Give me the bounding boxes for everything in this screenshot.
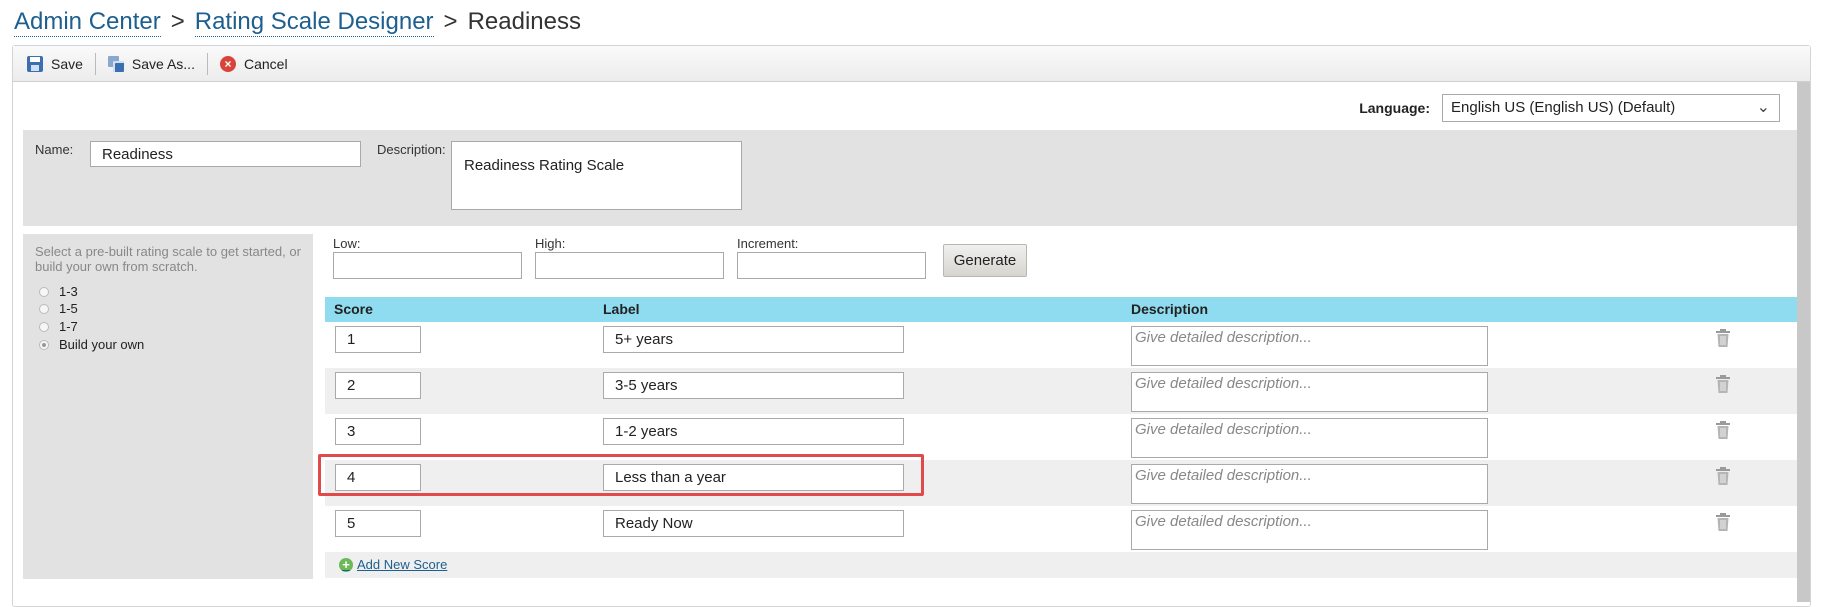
add-new-score-link[interactable]: + Add New Score bbox=[339, 557, 447, 572]
score-input[interactable]: 1 bbox=[335, 326, 421, 353]
radio-label: 1-3 bbox=[59, 284, 78, 299]
editor-frame: Save Save As... × Cancel Language: Engli… bbox=[12, 45, 1811, 607]
breadcrumb-separator: > bbox=[443, 8, 458, 35]
table-row: 2 3-5 years Give detailed description... bbox=[325, 368, 1797, 414]
label-input[interactable]: 5+ years bbox=[603, 326, 904, 353]
generate-button[interactable]: Generate bbox=[943, 244, 1027, 277]
breadcrumb: Admin Center > Rating Scale Designer > R… bbox=[14, 8, 581, 38]
radio-button-selected[interactable] bbox=[39, 339, 49, 350]
cancel-label: Cancel bbox=[243, 55, 288, 72]
toolbar: Save Save As... × Cancel bbox=[13, 46, 1810, 82]
score-input[interactable]: 3 bbox=[335, 418, 421, 445]
header-score: Score bbox=[334, 301, 373, 317]
description-label: Description: bbox=[377, 142, 446, 157]
save-icon bbox=[27, 55, 43, 72]
save-as-label: Save As... bbox=[131, 55, 195, 72]
radio-option-1-7[interactable]: 1-7 bbox=[39, 319, 78, 334]
save-as-icon bbox=[107, 55, 124, 72]
trash-icon[interactable] bbox=[1714, 420, 1732, 440]
trash-icon[interactable] bbox=[1714, 328, 1732, 348]
breadcrumb-current: Readiness bbox=[467, 8, 581, 35]
add-score-row: + Add New Score bbox=[325, 552, 1797, 578]
radio-label: 1-5 bbox=[59, 301, 78, 316]
description-input[interactable]: Give detailed description... bbox=[1131, 326, 1488, 366]
increment-label: Increment: bbox=[737, 236, 799, 251]
breadcrumb-rating-scale-designer-link[interactable]: Rating Scale Designer bbox=[194, 8, 434, 37]
name-label: Name: bbox=[35, 142, 74, 157]
name-description-panel: Name: Readiness Description: Readiness R… bbox=[23, 130, 1797, 226]
prebuilt-scale-panel: Select a pre-built rating scale to get s… bbox=[23, 234, 313, 579]
table-row: 1 5+ years Give detailed description... bbox=[325, 322, 1797, 368]
radio-label: Build your own bbox=[59, 337, 145, 352]
trash-icon[interactable] bbox=[1714, 374, 1732, 394]
header-description: Description bbox=[1131, 301, 1209, 317]
radio-button[interactable] bbox=[39, 321, 49, 332]
prebuilt-help-text: Select a pre-built rating scale to get s… bbox=[35, 244, 301, 274]
save-button[interactable]: Save bbox=[27, 55, 95, 72]
description-input[interactable]: Give detailed description... bbox=[1131, 510, 1488, 550]
breadcrumb-admin-center-link[interactable]: Admin Center bbox=[14, 8, 161, 37]
chevron-down-icon: ⌄ bbox=[1756, 99, 1770, 116]
save-as-button[interactable]: Save As... bbox=[107, 55, 207, 72]
language-selected-value: English US (English US) (Default) bbox=[1451, 99, 1676, 116]
description-input[interactable]: Give detailed description... bbox=[1131, 372, 1488, 412]
toolbar-divider bbox=[206, 52, 208, 75]
name-input[interactable]: Readiness bbox=[90, 141, 361, 167]
add-new-score-label: Add New Score bbox=[357, 557, 448, 572]
trash-icon[interactable] bbox=[1714, 466, 1732, 486]
increment-input[interactable] bbox=[737, 252, 926, 279]
cancel-button[interactable]: × Cancel bbox=[219, 55, 300, 72]
table-row: 3 1-2 years Give detailed description... bbox=[325, 414, 1797, 460]
breadcrumb-separator: > bbox=[170, 8, 185, 35]
low-label: Low: bbox=[333, 236, 361, 251]
description-textarea[interactable]: Readiness Rating Scale bbox=[451, 141, 742, 210]
score-table-header: Score Label Description bbox=[325, 297, 1797, 322]
radio-button[interactable] bbox=[39, 303, 49, 314]
language-row: Language: English US (English US) (Defau… bbox=[1359, 94, 1780, 122]
table-row: 5 Ready Now Give detailed description... bbox=[325, 506, 1797, 552]
label-input[interactable]: Ready Now bbox=[603, 510, 904, 537]
high-label: High: bbox=[535, 236, 566, 251]
header-label: Label bbox=[603, 301, 640, 317]
score-input[interactable]: 2 bbox=[335, 372, 421, 399]
cancel-icon: × bbox=[219, 55, 236, 72]
description-input[interactable]: Give detailed description... bbox=[1131, 464, 1488, 504]
radio-option-1-3[interactable]: 1-3 bbox=[39, 284, 78, 299]
score-input[interactable]: 4 bbox=[335, 464, 421, 491]
plus-circle-icon: + bbox=[339, 557, 353, 572]
description-input[interactable]: Give detailed description... bbox=[1131, 418, 1488, 458]
language-label: Language: bbox=[1359, 100, 1430, 116]
high-input[interactable] bbox=[535, 252, 724, 279]
label-input[interactable]: Less than a year bbox=[603, 464, 904, 491]
radio-button[interactable] bbox=[39, 286, 49, 297]
save-label: Save bbox=[51, 55, 83, 72]
low-input[interactable] bbox=[333, 252, 522, 279]
trash-icon[interactable] bbox=[1714, 512, 1732, 532]
vertical-scrollbar[interactable] bbox=[1797, 82, 1810, 602]
radio-option-1-5[interactable]: 1-5 bbox=[39, 301, 78, 316]
score-input[interactable]: 5 bbox=[335, 510, 421, 537]
table-row: 4 Less than a year Give detailed descrip… bbox=[325, 460, 1797, 506]
radio-label: 1-7 bbox=[59, 319, 78, 334]
radio-option-build-your-own[interactable]: Build your own bbox=[39, 337, 144, 352]
label-input[interactable]: 1-2 years bbox=[603, 418, 904, 445]
language-select[interactable]: English US (English US) (Default) ⌄ bbox=[1442, 94, 1780, 122]
toolbar-divider bbox=[94, 52, 96, 75]
label-input[interactable]: 3-5 years bbox=[603, 372, 904, 399]
